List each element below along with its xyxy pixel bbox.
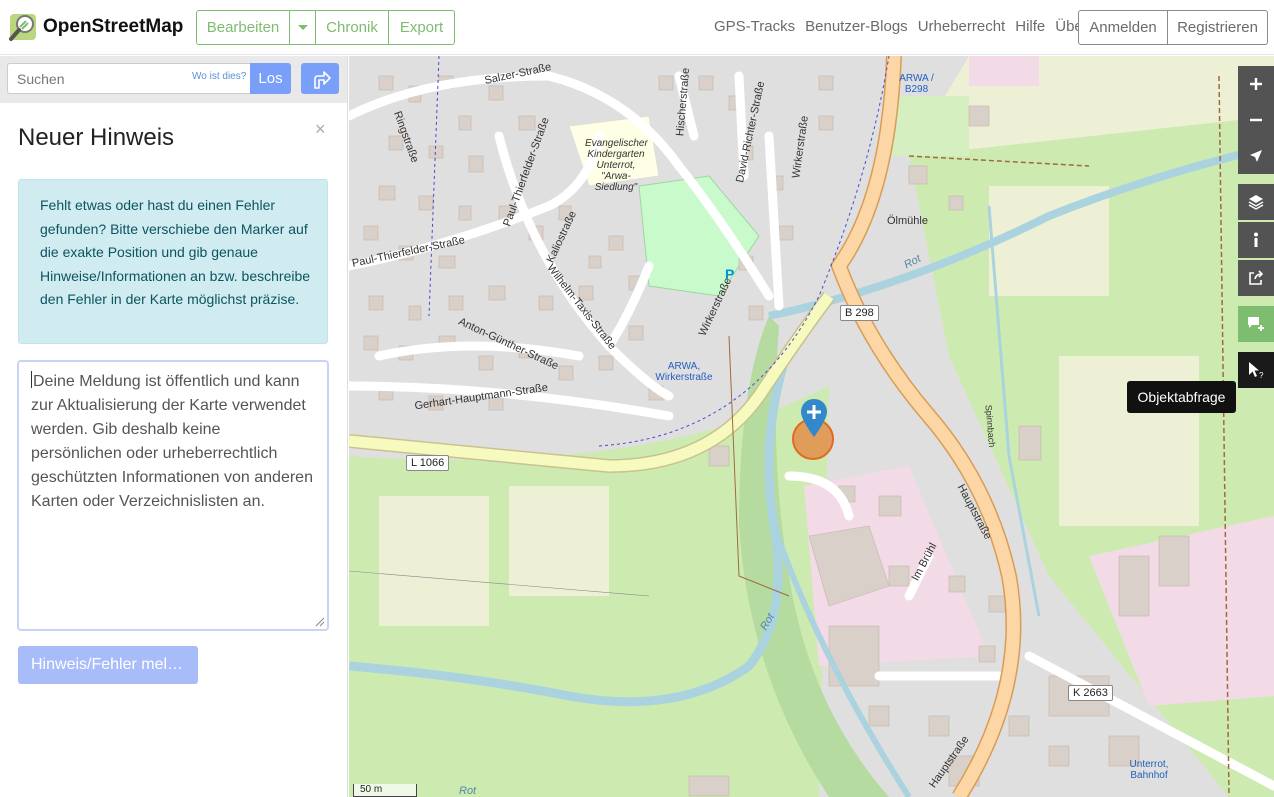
- note-textarea[interactable]: Deine Meldung ist öffentlich und kann zu…: [17, 360, 329, 631]
- bus-stop-label: ARWA, Wirkerstraße: [655, 361, 713, 383]
- sidebar: Suchen Wo ist dies? Los Neuer Hinweis × …: [0, 56, 348, 797]
- osm-magnifier-logo-icon: [9, 14, 36, 41]
- road-shield: K 2663: [1068, 685, 1113, 701]
- account-button-group: Anmelden Registrieren: [1078, 10, 1268, 45]
- locate-button[interactable]: [1238, 138, 1274, 174]
- scale-bar: 50 m: [353, 784, 417, 797]
- nav-gps-tracks[interactable]: GPS-Tracks: [714, 18, 795, 35]
- minus-icon: [1250, 118, 1262, 122]
- kindergarten-label: Evangelischer Kindergarten Unterrot, "Ar…: [585, 138, 648, 193]
- new-note-marker-icon[interactable]: [800, 398, 828, 438]
- export-button[interactable]: Export: [389, 10, 455, 45]
- secondary-nav: GPS-Tracks Benutzer-Blogs Urheberrecht H…: [714, 18, 1098, 35]
- query-features-tooltip: Objektabfrage: [1127, 381, 1236, 413]
- edit-dropdown-button[interactable]: [290, 10, 316, 45]
- edit-button-group: Bearbeiten Chronik Export: [196, 10, 455, 45]
- plus-icon: [1250, 78, 1262, 90]
- login-button[interactable]: Anmelden: [1078, 10, 1168, 45]
- close-icon[interactable]: ×: [315, 119, 326, 140]
- add-note-button[interactable]: [1238, 306, 1274, 342]
- map-view[interactable]: Salzer-Straße Ringstraße Paul-Thierfelde…: [349, 56, 1274, 797]
- parking-icon: P: [725, 266, 735, 282]
- where-is-this-link[interactable]: Wo ist dies?: [192, 71, 246, 82]
- zoom-in-button[interactable]: [1238, 66, 1274, 102]
- road-shield: B 298: [840, 305, 879, 321]
- layers-icon: [1248, 195, 1264, 210]
- logo-text: OpenStreetMap: [43, 16, 184, 37]
- location-arrow-icon: [1250, 150, 1262, 162]
- map-controls: ?: [1238, 66, 1274, 390]
- directions-icon: [314, 70, 331, 89]
- note-plus-icon: [1248, 317, 1264, 331]
- site-logo[interactable]: OpenStreetMap: [8, 12, 183, 42]
- textarea-placeholder: Deine Meldung ist öffentlich und kann zu…: [31, 373, 313, 510]
- cursor-question-icon: ?: [1249, 362, 1264, 379]
- share-button[interactable]: [1238, 260, 1274, 296]
- register-button[interactable]: Registrieren: [1168, 10, 1268, 45]
- resize-handle-icon[interactable]: [314, 616, 325, 627]
- nav-copyright[interactable]: Urheberrecht: [918, 18, 1006, 35]
- submit-note-button[interactable]: Hinweis/Fehler mel…: [18, 646, 198, 684]
- share-icon: [1249, 270, 1264, 285]
- top-header: OpenStreetMap Bearbeiten Chronik Export …: [0, 0, 1274, 55]
- road-shield: L 1066: [406, 455, 450, 471]
- text-cursor: [31, 371, 32, 388]
- chevron-down-icon: [297, 25, 308, 30]
- info-message: Fehlt etwas oder hast du einen Fehler ge…: [18, 179, 328, 344]
- search-go-button[interactable]: Los: [250, 63, 291, 94]
- zoom-out-button[interactable]: [1238, 102, 1274, 138]
- info-icon: [1254, 232, 1258, 247]
- query-features-button[interactable]: ?: [1238, 352, 1274, 388]
- panel-title: Neuer Hinweis: [18, 124, 175, 151]
- nav-user-diaries[interactable]: Benutzer-Blogs: [805, 18, 908, 35]
- oelmuehle-label: Ölmühle: [887, 215, 928, 227]
- svg-text:?: ?: [1259, 371, 1264, 379]
- river-label: Rot: [459, 785, 477, 797]
- bus-stop-label: ARWA / B298: [899, 73, 934, 95]
- bus-stop-label: Unterrot, Bahnhof: [1129, 759, 1169, 781]
- edit-button[interactable]: Bearbeiten: [196, 10, 290, 45]
- history-button[interactable]: Chronik: [316, 10, 389, 45]
- search-bar: Suchen Wo ist dies? Los: [0, 56, 347, 103]
- directions-button[interactable]: [301, 63, 339, 94]
- layers-button[interactable]: [1238, 184, 1274, 220]
- map-key-button[interactable]: [1238, 222, 1274, 258]
- nav-help[interactable]: Hilfe: [1015, 18, 1045, 35]
